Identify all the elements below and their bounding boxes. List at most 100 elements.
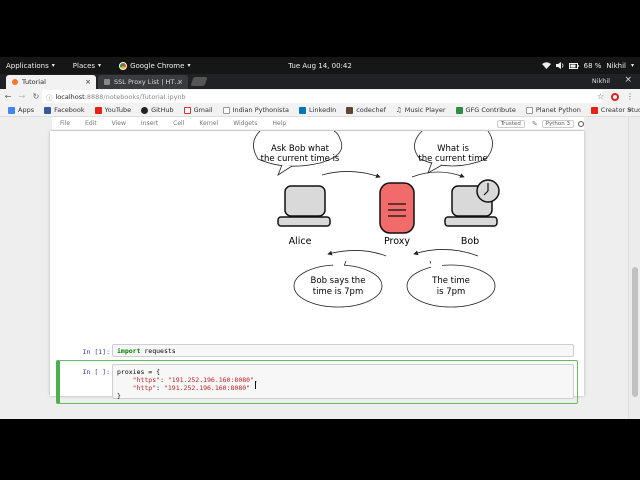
tab-ssl-proxy-list[interactable]: SSL Proxy List | HT… ×: [98, 75, 188, 89]
forward-arrow-icon[interactable]: →: [16, 92, 28, 101]
code-text: requests: [140, 347, 176, 355]
system-tray[interactable]: 68 % Nikhil ▾: [541, 61, 634, 70]
user-name: Nikhil: [606, 61, 626, 70]
top-black-band: [0, 0, 640, 57]
code-string: "191.252.196.160:8080": [163, 384, 251, 392]
code-cell-import[interactable]: import requests: [112, 344, 574, 357]
bookmark-creator-studio[interactable]: Creator Studio: [590, 106, 640, 114]
back-arrow-icon[interactable]: ←: [2, 92, 14, 101]
applications-menu[interactable]: Applications ▾: [6, 62, 55, 70]
menu-view[interactable]: View: [112, 120, 126, 127]
speech-bubble-top-left: Ask Bob what the current time is: [253, 131, 343, 177]
code-cell-proxies[interactable]: proxies = { "https": "191.252.196.160:80…: [112, 364, 574, 400]
apps-grid-icon: [8, 106, 15, 114]
code-string: "https": [132, 376, 161, 384]
bookmark-indian-pythonista[interactable]: Indian Pythonista: [222, 106, 289, 114]
tab-label: Tutorial: [22, 78, 46, 86]
pencil-icon[interactable]: ✎: [532, 120, 538, 128]
menu-kebab-icon[interactable]: ⋮: [626, 92, 634, 101]
menu-cell[interactable]: Cell: [173, 120, 184, 127]
places-menu[interactable]: Places ▾: [73, 62, 101, 70]
code-line: proxies = {: [117, 368, 161, 376]
arrow-alice-to-proxy: [321, 171, 381, 179]
label-alice: Alice: [289, 236, 312, 247]
youtube-icon: [590, 106, 598, 114]
address-bar[interactable]: ⓘ localhost:8888/notebooks/Tutorial.ipyn…: [42, 90, 602, 103]
alice-computer-icon: [277, 185, 331, 227]
chevron-down-icon: ▾: [98, 62, 102, 69]
text-cursor-icon: [255, 381, 258, 389]
bookmark-label: Gmail: [193, 106, 213, 114]
cell-prompt: In [1]:: [82, 348, 110, 356]
bob-computer-icon: [444, 179, 500, 227]
menu-help[interactable]: Help: [272, 120, 286, 127]
bookmark-gmail[interactable]: Gmail: [183, 106, 213, 114]
bubble-text-line: What is: [437, 144, 469, 154]
menu-insert[interactable]: Insert: [141, 120, 158, 127]
kernel-name[interactable]: Python 3: [541, 119, 574, 128]
headphones-icon: ♫: [395, 106, 402, 114]
github-icon: [141, 106, 149, 114]
bookmark-facebook[interactable]: Facebook: [44, 106, 85, 114]
code-string: "http": [132, 384, 157, 392]
profile-name[interactable]: Nikhil: [592, 77, 610, 85]
cell-prompt: In [ ]:: [82, 368, 110, 376]
menu-widgets[interactable]: Widgets: [233, 120, 257, 127]
desktop-top-panel: Applications ▾ Places ▾ Google Chrome ▾ …: [0, 57, 640, 74]
active-app-label: Google Chrome: [130, 61, 185, 70]
page-favicon-icon: [104, 79, 110, 85]
menu-file[interactable]: File: [60, 120, 70, 127]
menu-kernel[interactable]: Kernel: [199, 120, 218, 127]
bookmarks-bar: Apps Facebook YouTube GitHub Gmail India…: [0, 104, 640, 117]
label-bob: Bob: [461, 236, 479, 247]
notebook-menubar: File Edit View Insert Cell Kernel Widget…: [52, 117, 584, 131]
new-tab-button[interactable]: [190, 77, 208, 86]
places-menu-label: Places: [72, 61, 96, 70]
info-icon: ⓘ: [46, 93, 53, 102]
bookmark-apps[interactable]: Apps: [8, 106, 34, 114]
bookmark-label: YouTube: [104, 106, 132, 114]
page-scrollbar[interactable]: [628, 117, 640, 419]
chrome-logo-icon: [119, 61, 128, 70]
bookmark-label: Music Player: [404, 106, 446, 114]
bookmark-gfg-contribute[interactable]: GFG Contribute: [455, 106, 516, 114]
page-icon: [222, 106, 230, 114]
reload-icon[interactable]: ↻: [30, 92, 42, 101]
close-icon[interactable]: ×: [85, 78, 91, 86]
bottom-black-band: [0, 419, 640, 480]
applications-menu-label: Applications: [6, 61, 49, 70]
gmail-icon: [183, 106, 191, 114]
extension-icon[interactable]: [611, 92, 619, 101]
bookmark-codechef[interactable]: codechef: [346, 106, 386, 114]
bookmark-music-player[interactable]: ♫ Music Player: [396, 106, 446, 114]
page-icon: [525, 106, 533, 114]
code-string: "191.252.196.160:8080": [167, 376, 254, 384]
bookmark-youtube[interactable]: YouTube: [94, 106, 132, 114]
bookmark-planet-python[interactable]: Planet Python: [525, 106, 581, 114]
scrollbar-thumb[interactable]: [632, 267, 638, 397]
bookmark-linkedin[interactable]: LinkedIn: [298, 106, 336, 114]
label-proxy: Proxy: [384, 236, 410, 247]
url-host: localhost: [55, 92, 85, 101]
arrow-proxy-to-alice: [327, 250, 387, 257]
code-keyword: import: [117, 347, 141, 355]
close-icon[interactable]: ×: [177, 78, 183, 86]
bubble-text-line: Bob says the: [311, 276, 366, 286]
chevron-right-double-icon[interactable]: »: [628, 106, 632, 114]
linkedin-icon: [298, 106, 306, 114]
chevron-down-icon: ▾: [630, 62, 634, 69]
bookmark-label: Indian Pythonista: [232, 106, 289, 114]
window-close-icon[interactable]: ×: [624, 75, 632, 85]
bookmark-github[interactable]: GitHub: [141, 106, 174, 114]
arrow-bob-to-proxy: [413, 249, 479, 257]
active-app-menu[interactable]: Google Chrome ▾: [119, 61, 190, 70]
bubble-text-line: Ask Bob what: [271, 144, 330, 154]
jupyter-favicon-icon: [12, 79, 18, 85]
notebook-container: Ask Bob what the current time is What is…: [50, 131, 584, 404]
youtube-icon: [94, 106, 102, 114]
bubble-text-line: time is 7pm: [313, 287, 363, 297]
menu-edit[interactable]: Edit: [85, 120, 97, 127]
tab-tutorial[interactable]: Tutorial ×: [6, 75, 96, 89]
trusted-badge[interactable]: Trusted: [496, 119, 525, 128]
bookmark-star-icon[interactable]: ☆: [597, 92, 604, 101]
